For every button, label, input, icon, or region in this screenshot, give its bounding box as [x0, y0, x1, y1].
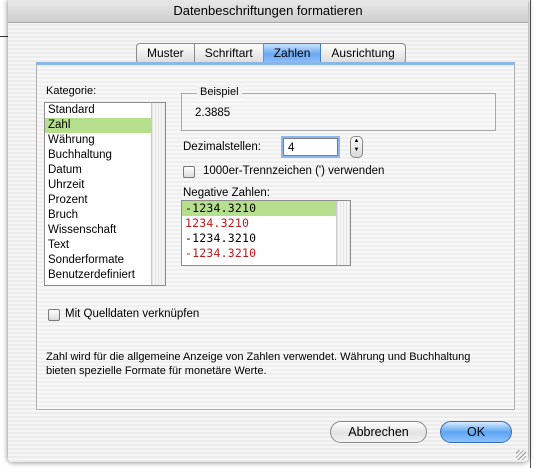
category-item[interactable]: Datum [45, 163, 165, 178]
ok-button[interactable]: OK [440, 421, 512, 443]
tab-bar: Muster Schriftart Zahlen Ausrichtung [136, 43, 406, 64]
category-item[interactable]: Währung [45, 133, 165, 148]
tab-muster[interactable]: Muster [136, 43, 195, 64]
decimals-field[interactable]: 4 [283, 138, 338, 156]
negative-list[interactable]: -1234.3210 1234.3210 -1234.3210 -1234.3210 [181, 200, 351, 266]
negative-label: Negative Zahlen: [183, 187, 270, 199]
tab-schriftart[interactable]: Schriftart [194, 43, 264, 64]
category-list[interactable]: Standard Zahl Währung Buchhaltung Datum Uhrze… [44, 102, 166, 286]
stepper-up-icon[interactable]: ▲ [351, 137, 362, 146]
thousands-checkbox[interactable] [183, 166, 195, 178]
category-item[interactable]: Standard [45, 103, 165, 118]
category-item[interactable]: Sonderformate [45, 253, 165, 268]
negative-scrollbar[interactable] [336, 201, 350, 265]
category-label: Kategorie: [46, 85, 97, 97]
decimals-stepper[interactable]: ▲ ▼ [350, 136, 363, 158]
tab-panel-zahlen: Kategorie: Standard Zahl Währung Buchhaltun… [36, 62, 515, 410]
tab-ausrichtung[interactable]: Ausrichtung [321, 43, 406, 64]
resize-grip-icon[interactable] [516, 450, 526, 460]
negative-format-item[interactable]: -1234.3210 [182, 231, 350, 246]
category-item[interactable]: Text [45, 238, 165, 253]
example-value: 2.3885 [195, 107, 231, 119]
negative-format-item[interactable]: 1234.3210 [182, 216, 350, 231]
category-item[interactable]: Buchhaltung [45, 148, 165, 163]
dialog-title: Datenbeschriftungen formatieren [8, 0, 528, 23]
category-item[interactable]: Zahl [45, 118, 165, 133]
negative-format-item[interactable]: -1234.3210 [182, 246, 350, 261]
cancel-button[interactable]: Abbrechen [330, 421, 427, 443]
category-item[interactable]: Bruch [45, 208, 165, 223]
category-scrollbar[interactable] [151, 103, 165, 285]
category-item[interactable]: Uhrzeit [45, 178, 165, 193]
category-description: Zahl wird für die allgemeine Anzeige von… [46, 351, 471, 377]
example-label: Beispiel [197, 86, 242, 98]
link-source-label: Mit Quelldaten verknüpfen [65, 308, 200, 320]
thousands-label: 1000er-Trennzeichen (') verwenden [203, 165, 385, 177]
category-item[interactable]: Wissenschaft [45, 223, 165, 238]
link-source-checkbox[interactable] [48, 309, 60, 321]
background-app-line [0, 36, 8, 37]
category-item[interactable]: Benutzerdefiniert [45, 268, 165, 283]
background-app-line [530, 0, 531, 468]
negative-format-item[interactable]: -1234.3210 [182, 201, 350, 216]
stepper-down-icon[interactable]: ▼ [351, 146, 362, 155]
format-dialog: Datenbeschriftungen formatieren Muster S… [8, 0, 528, 462]
category-item[interactable]: Prozent [45, 193, 165, 208]
tab-zahlen[interactable]: Zahlen [263, 43, 322, 64]
decimals-label: Dezimalstellen: [183, 141, 261, 153]
